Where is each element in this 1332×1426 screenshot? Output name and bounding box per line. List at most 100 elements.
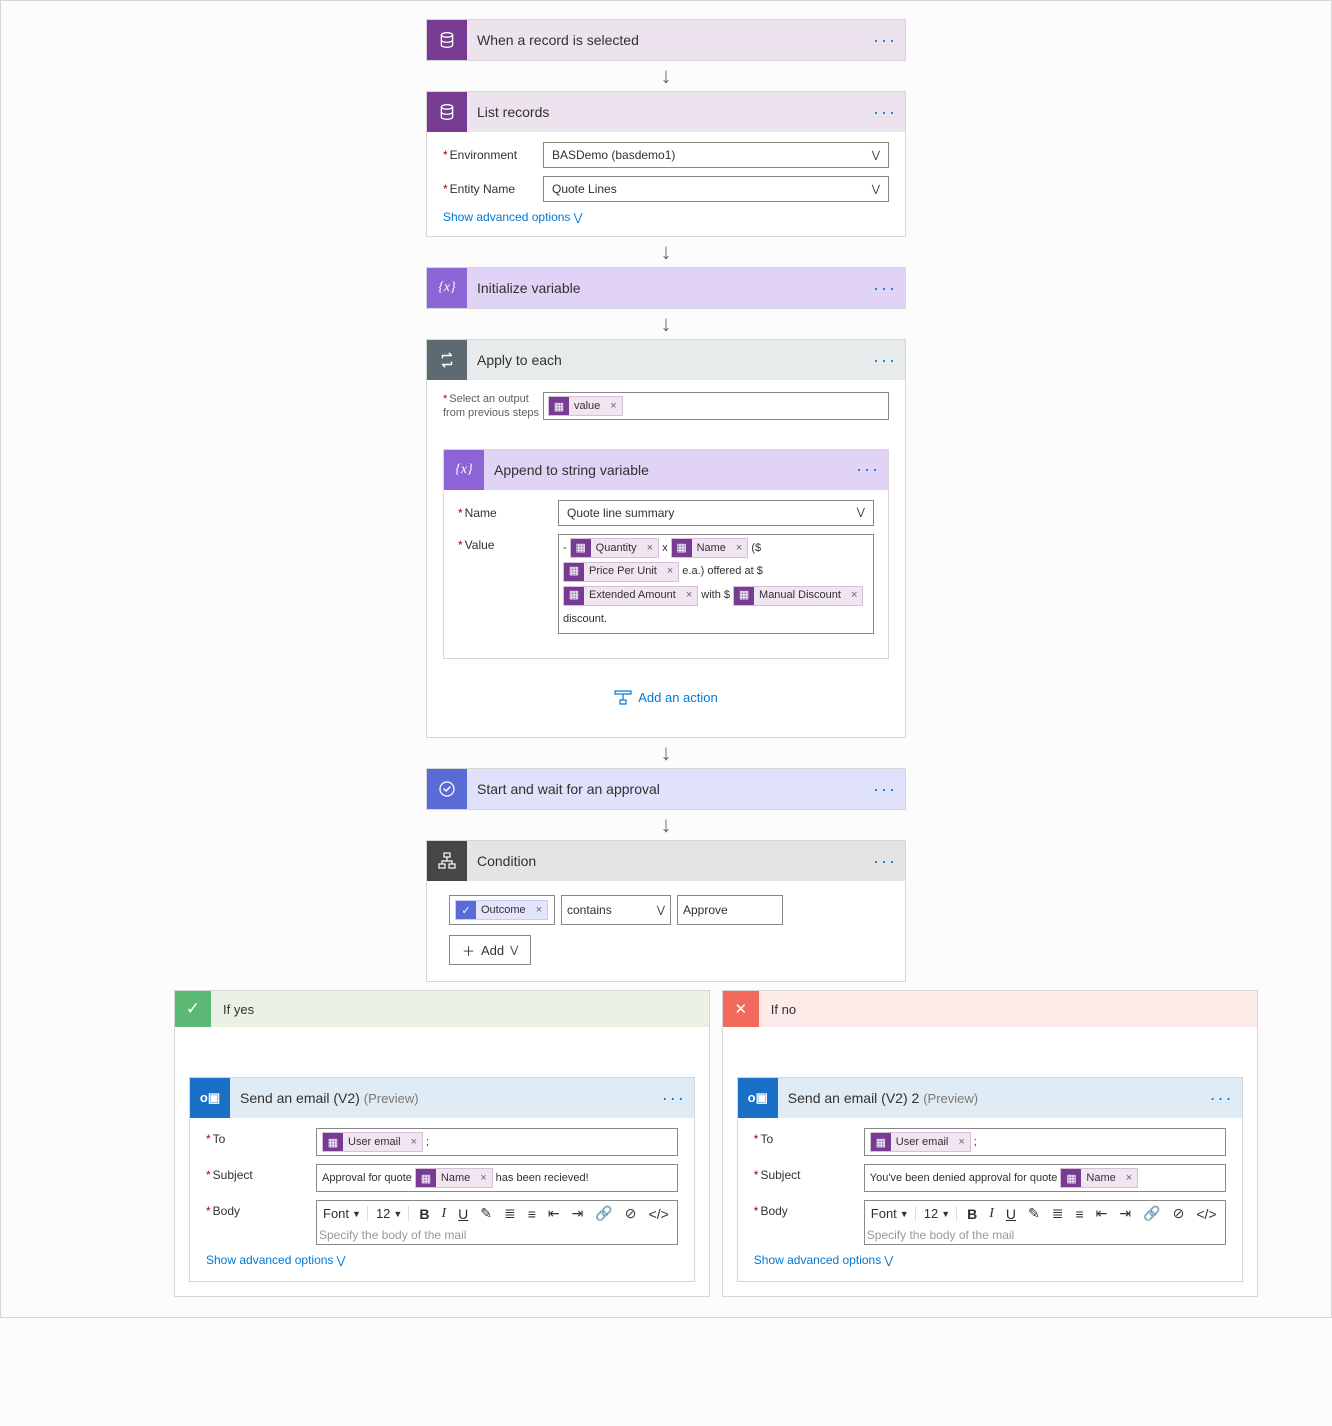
- more-icon[interactable]: ···: [865, 851, 905, 872]
- body-input[interactable]: Specify the body of the mail: [865, 1226, 1225, 1244]
- body-input[interactable]: Specify the body of the mail: [317, 1226, 677, 1244]
- condition-card[interactable]: Condition ··· ✓ Outcome × contains ⋁: [426, 840, 906, 982]
- more-icon[interactable]: ···: [654, 1088, 694, 1109]
- indent-button[interactable]: ⇥: [570, 1205, 586, 1222]
- remove-token-icon[interactable]: ×: [531, 904, 547, 916]
- outdent-button[interactable]: ⇤: [1094, 1205, 1110, 1222]
- highlight-button[interactable]: ✎: [1026, 1205, 1042, 1222]
- add-action-link[interactable]: Add an action: [443, 689, 889, 705]
- outlook-icon: o▣: [190, 1078, 230, 1118]
- more-icon[interactable]: ···: [848, 459, 888, 480]
- highlight-button[interactable]: ✎: [478, 1205, 494, 1222]
- font-dropdown[interactable]: Font ▼: [871, 1206, 916, 1221]
- variable-icon: {x}: [444, 450, 484, 490]
- entity-dropdown[interactable]: Quote Lines ⋁: [543, 176, 889, 202]
- token-user-email[interactable]: ▦User email×: [322, 1132, 423, 1152]
- token-value[interactable]: ▦ value ×: [548, 396, 623, 416]
- token-quantity[interactable]: ▦Quantity×: [570, 538, 659, 558]
- database-icon: ▦: [323, 1133, 343, 1151]
- body-label: *Body: [754, 1200, 864, 1218]
- database-icon: ▦: [564, 587, 584, 605]
- approval-card[interactable]: Start and wait for an approval ···: [426, 768, 906, 810]
- more-icon[interactable]: ···: [865, 779, 905, 800]
- underline-button[interactable]: U: [1004, 1206, 1018, 1222]
- send-email-no-card[interactable]: o▣ Send an email (V2) 2 (Preview) ··· *T…: [737, 1077, 1243, 1282]
- to-input[interactable]: ▦User email× ;: [864, 1128, 1226, 1156]
- remove-token-icon[interactable]: ×: [846, 585, 862, 606]
- subject-input[interactable]: You've been denied approval for quote ▦N…: [864, 1164, 1226, 1192]
- select-output-label: *Select an output from previous steps: [443, 392, 543, 421]
- condition-operator-dropdown[interactable]: contains ⋁: [561, 895, 671, 925]
- remove-token-icon[interactable]: ×: [406, 1136, 422, 1148]
- size-dropdown[interactable]: 12 ▼: [376, 1206, 409, 1221]
- token-user-email[interactable]: ▦User email×: [870, 1132, 971, 1152]
- database-icon: [427, 92, 467, 132]
- numbered-list-button[interactable]: ≡: [1074, 1206, 1086, 1222]
- add-condition-button[interactable]: ＋ Add ⋁: [449, 935, 531, 965]
- token-outcome[interactable]: ✓ Outcome ×: [455, 900, 548, 920]
- environment-dropdown[interactable]: BASDemo (basdemo1) ⋁: [543, 142, 889, 168]
- bold-button[interactable]: B: [417, 1206, 431, 1222]
- more-icon[interactable]: ···: [1202, 1088, 1242, 1109]
- condition-left-input[interactable]: ✓ Outcome ×: [449, 895, 555, 925]
- remove-token-icon[interactable]: ×: [953, 1136, 969, 1148]
- chevron-down-icon: ⋁: [857, 507, 865, 518]
- select-output-input[interactable]: ▦ value ×: [543, 392, 889, 420]
- send-email-yes-card[interactable]: o▣ Send an email (V2) (Preview) ··· *To …: [189, 1077, 695, 1282]
- remove-token-icon[interactable]: ×: [1121, 1172, 1137, 1184]
- subject-label: *Subject: [754, 1164, 864, 1182]
- remove-token-icon[interactable]: ×: [681, 585, 697, 606]
- value-input[interactable]: - ▦Quantity× x ▦Name× ($ ▦Price Per Unit…: [558, 534, 874, 635]
- token-price-per-unit[interactable]: ▦Price Per Unit×: [563, 562, 679, 582]
- outdent-button[interactable]: ⇤: [546, 1205, 562, 1222]
- name-dropdown[interactable]: Quote line summary ⋁: [558, 500, 874, 526]
- show-advanced-link[interactable]: Show advanced options⋁: [443, 210, 889, 224]
- more-icon[interactable]: ···: [865, 102, 905, 123]
- code-view-button[interactable]: </>: [647, 1206, 671, 1222]
- database-icon: ▦: [549, 397, 569, 415]
- font-dropdown[interactable]: Font ▼: [323, 1206, 368, 1221]
- database-icon: ▦: [871, 1133, 891, 1151]
- trigger-card[interactable]: When a record is selected ···: [426, 19, 906, 61]
- remove-token-icon[interactable]: ×: [642, 538, 658, 559]
- more-icon[interactable]: ···: [865, 278, 905, 299]
- more-icon[interactable]: ···: [865, 30, 905, 51]
- bullet-list-button[interactable]: ≣: [502, 1205, 518, 1222]
- remove-token-icon[interactable]: ×: [662, 561, 678, 582]
- size-dropdown[interactable]: 12 ▼: [924, 1206, 957, 1221]
- condition-value-input[interactable]: Approve: [677, 895, 783, 925]
- remove-token-icon[interactable]: ×: [731, 538, 747, 559]
- list-records-title: List records: [467, 104, 865, 120]
- approval-title: Start and wait for an approval: [467, 781, 865, 797]
- italic-button[interactable]: I: [987, 1206, 996, 1222]
- token-name[interactable]: ▦Name×: [671, 538, 749, 558]
- remove-token-icon[interactable]: ×: [475, 1172, 491, 1184]
- token-name[interactable]: ▦Name×: [1060, 1168, 1138, 1188]
- apply-to-each-card[interactable]: Apply to each ··· *Select an output from…: [426, 339, 906, 738]
- show-advanced-link[interactable]: Show advanced options⋁: [754, 1253, 1226, 1267]
- link-button[interactable]: 🔗: [1141, 1205, 1162, 1222]
- outlook-icon: o▣: [738, 1078, 778, 1118]
- remove-token-icon[interactable]: ×: [605, 400, 621, 412]
- token-extended-amount[interactable]: ▦Extended Amount×: [563, 586, 698, 606]
- list-records-card[interactable]: List records ··· *Environment BASDemo (b…: [426, 91, 906, 237]
- subject-input[interactable]: Approval for quote ▦Name× has been recie…: [316, 1164, 678, 1192]
- underline-button[interactable]: U: [456, 1206, 470, 1222]
- token-manual-discount[interactable]: ▦Manual Discount×: [733, 586, 863, 606]
- unlink-button[interactable]: ⊘: [1171, 1205, 1187, 1222]
- unlink-button[interactable]: ⊘: [623, 1205, 639, 1222]
- more-icon[interactable]: ···: [865, 350, 905, 371]
- numbered-list-button[interactable]: ≡: [526, 1206, 538, 1222]
- indent-button[interactable]: ⇥: [1117, 1205, 1133, 1222]
- append-variable-card[interactable]: {x} Append to string variable ··· *Name …: [443, 449, 889, 660]
- if-no-title: If no: [759, 1002, 796, 1017]
- italic-button[interactable]: I: [439, 1206, 448, 1222]
- bold-button[interactable]: B: [965, 1206, 979, 1222]
- initialize-variable-card[interactable]: {x} Initialize variable ···: [426, 267, 906, 309]
- bullet-list-button[interactable]: ≣: [1050, 1205, 1066, 1222]
- link-button[interactable]: 🔗: [593, 1205, 614, 1222]
- code-view-button[interactable]: </>: [1194, 1206, 1218, 1222]
- show-advanced-link[interactable]: Show advanced options⋁: [206, 1253, 678, 1267]
- token-name[interactable]: ▦Name×: [415, 1168, 493, 1188]
- to-input[interactable]: ▦User email× ;: [316, 1128, 678, 1156]
